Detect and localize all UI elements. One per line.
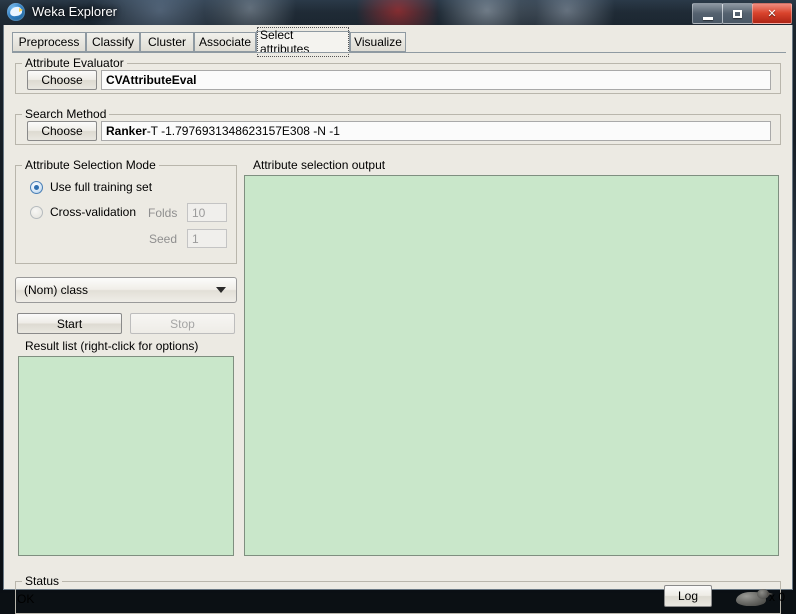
folds-label: Folds: [148, 206, 178, 220]
search-name: Ranker: [106, 124, 147, 138]
evaluator-value-field[interactable]: CVAttributeEval: [101, 70, 771, 90]
tab-select-attributes[interactable]: Select attributes: [256, 27, 350, 57]
client-area: Preprocess Classify Cluster Associate Se…: [3, 25, 793, 614]
class-selector-value: (Nom) class: [24, 283, 89, 297]
folds-input[interactable]: 10: [187, 203, 227, 222]
radio-cross-validation[interactable]: Cross-validation: [30, 205, 136, 219]
search-method-title: Search Method: [22, 107, 110, 121]
weka-explorer-window: Weka Explorer ✕ Preprocess Classify Clus…: [0, 0, 796, 614]
search-method-group: Search Method Choose Ranker -T -1.797693…: [15, 107, 781, 145]
output-group: Attribute selection output: [243, 158, 781, 558]
selection-mode-group: Attribute Selection Mode Use full traini…: [15, 158, 237, 264]
tab-classify[interactable]: Classify: [86, 32, 140, 52]
tab-visualize[interactable]: Visualize: [350, 32, 406, 52]
close-button[interactable]: ✕: [752, 3, 792, 24]
choose-search-button[interactable]: Choose: [27, 121, 97, 141]
output-title: Attribute selection output: [250, 158, 389, 172]
folds-value: 10: [192, 205, 206, 220]
tab-label: Preprocess: [18, 35, 80, 49]
maximize-icon: [733, 9, 742, 18]
status-title: Status: [22, 574, 63, 588]
start-label: Start: [56, 316, 83, 331]
attribute-selection-output-area[interactable]: [244, 175, 779, 556]
radio-use-full-training-set[interactable]: Use full training set: [30, 180, 152, 194]
radio-off-icon: [30, 205, 43, 219]
tab-underline: [12, 52, 786, 53]
close-icon: ✕: [767, 8, 777, 20]
chevron-down-icon: [216, 287, 226, 293]
title-bar[interactable]: Weka Explorer ✕: [0, 0, 796, 25]
result-list-group: Result list (right-click for options): [15, 339, 237, 558]
class-selector-dropdown[interactable]: (Nom) class: [15, 277, 237, 303]
bird-counter: x 0: [769, 590, 786, 604]
attribute-evaluator-title: Attribute Evaluator: [22, 56, 127, 70]
tab-label: Cluster: [147, 35, 186, 49]
minimize-icon: [702, 17, 713, 20]
evaluator-name: CVAttributeEval: [106, 73, 197, 87]
attribute-evaluator-group: Attribute Evaluator Choose CVAttributeEv…: [15, 56, 781, 94]
search-options: -T -1.7976931348623157E308 -N -1: [146, 124, 340, 138]
window-title: Weka Explorer: [32, 4, 118, 19]
result-list-area[interactable]: [18, 356, 234, 556]
result-list-title: Result list (right-click for options): [22, 339, 202, 353]
inner-panel: Preprocess Classify Cluster Associate Se…: [7, 27, 789, 614]
seed-label: Seed: [149, 232, 178, 246]
stop-button: Stop: [130, 313, 235, 334]
stop-label: Stop: [170, 316, 195, 331]
selection-mode-title: Attribute Selection Mode: [22, 158, 159, 172]
seed-value: 1: [192, 231, 199, 246]
radio-label: Cross-validation: [50, 205, 137, 219]
radio-label: Use full training set: [50, 180, 153, 194]
radio-on-icon: [30, 180, 43, 194]
log-button[interactable]: Log: [664, 585, 712, 607]
weka-bird-logo-icon: [7, 3, 25, 21]
seed-input[interactable]: 1: [187, 229, 227, 248]
choose-evaluator-button[interactable]: Choose: [27, 70, 97, 90]
log-label: Log: [677, 589, 699, 603]
minimize-button[interactable]: [692, 3, 723, 24]
maximize-button[interactable]: [722, 3, 753, 24]
search-value-field[interactable]: Ranker -T -1.7976931348623157E308 -N -1: [101, 121, 771, 141]
tab-label: Associate: [198, 35, 252, 49]
status-message: OK: [17, 592, 35, 606]
tab-label: Visualize: [354, 35, 402, 49]
tab-strip: Preprocess Classify Cluster Associate Se…: [12, 27, 786, 57]
tab-label: Classify: [91, 35, 134, 49]
choose-search-label: Choose: [41, 124, 83, 138]
tab-associate[interactable]: Associate: [194, 32, 256, 52]
tab-preprocess[interactable]: Preprocess: [12, 32, 86, 52]
choose-evaluator-label: Choose: [41, 73, 83, 87]
start-button[interactable]: Start: [17, 313, 122, 334]
tab-cluster[interactable]: Cluster: [140, 32, 194, 52]
